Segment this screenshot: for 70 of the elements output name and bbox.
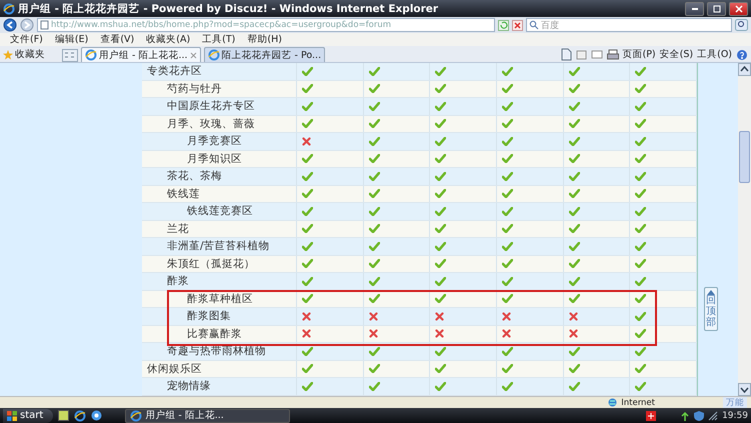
browser-icon: [85, 49, 97, 61]
command-menu[interactable]: 页面(P): [622, 48, 656, 61]
forum-name: 休闲娱乐区: [147, 362, 202, 376]
windows-logo-icon: [7, 410, 17, 420]
window-title: 用户组 - 陌上花花卉园艺 - Powered by Discuz! - Windows Internet Explorer: [18, 2, 440, 16]
star-icon: [3, 50, 13, 60]
forum-name: 朱顶红（孤挺花）: [167, 256, 255, 271]
favorites-button[interactable]: 收藏夹: [3, 47, 45, 62]
forum-name: 月季竞赛区: [187, 134, 242, 148]
forum-name: 酢浆草种植区: [187, 292, 253, 306]
security-zone: Internet: [621, 398, 655, 408]
forum-name: 专类花卉区: [147, 64, 202, 78]
forum-name: 兰花: [167, 222, 189, 236]
scroll-up-icon[interactable]: [738, 63, 751, 76]
globe-icon: [608, 398, 618, 407]
maximize-button[interactable]: [707, 2, 726, 16]
shield-icon[interactable]: [694, 410, 704, 420]
minimize-button[interactable]: [685, 2, 704, 16]
menu-item[interactable]: 收藏夹(A): [146, 33, 190, 46]
browser-tab[interactable]: 陌上花花卉园艺 - Po...: [204, 47, 326, 62]
forum-name: 月季知识区: [187, 152, 242, 166]
help-icon[interactable]: [736, 48, 748, 60]
clock: 19:59: [722, 410, 748, 420]
browser-icon: [3, 2, 15, 14]
menu-item[interactable]: 编辑(E): [54, 33, 88, 46]
page-icon: [40, 20, 49, 30]
forum-name: 铁线莲: [167, 186, 200, 201]
browser-icon: [208, 49, 220, 61]
search-icon[interactable]: [735, 19, 748, 31]
back-icon[interactable]: [3, 18, 17, 32]
forum-name: 酢浆: [167, 274, 189, 288]
stop-icon[interactable]: [512, 20, 523, 30]
maximize-icon: [712, 4, 720, 12]
forum-name: 酢浆图集: [187, 309, 231, 324]
back-to-top-label: 回顶部: [706, 295, 716, 328]
forum-name: 月季、玫瑰、蔷薇: [167, 116, 255, 131]
close-icon[interactable]: [190, 52, 197, 58]
menu-item[interactable]: 查看(V): [100, 33, 134, 46]
update-icon[interactable]: [680, 410, 690, 420]
browser-tab[interactable]: 用户组 - 陌上花花...: [81, 47, 201, 62]
forum-name: 铁线莲竞赛区: [187, 204, 253, 218]
refresh-icon[interactable]: [498, 20, 509, 30]
menu-item[interactable]: 文件(F): [10, 33, 43, 46]
command-menu[interactable]: 工具(O): [697, 48, 732, 61]
taskbar-button[interactable]: 用户组 - 陌上花...: [125, 408, 290, 422]
forum-name: 茶花、茶梅: [167, 169, 222, 184]
status-text: 万能: [723, 396, 747, 408]
command-menu[interactable]: 安全(S): [660, 48, 694, 61]
menu-item[interactable]: 工具(T): [202, 33, 236, 46]
minimize-icon: [692, 8, 698, 10]
close-button[interactable]: [729, 2, 748, 16]
menu-item[interactable]: 帮助(H): [247, 33, 282, 46]
forum-name: 奇趣与热带雨林植物: [167, 344, 266, 358]
forum-name: 芍药与牡丹: [167, 82, 222, 96]
search-placeholder: 百度: [541, 20, 559, 32]
close-icon: [734, 4, 742, 12]
forum-name: 宠物情缘: [167, 379, 211, 394]
browser-icon: [130, 410, 142, 422]
print-icon[interactable]: [606, 49, 618, 60]
forum-name: 非洲堇/苦苣苔科植物: [167, 239, 270, 254]
forum-name: 比赛赢酢浆: [187, 326, 242, 341]
back-to-top-button[interactable]: 回顶部: [704, 287, 718, 331]
browser-icon[interactable]: [74, 410, 86, 422]
forum-name: 中国原生花卉专区: [167, 99, 255, 114]
start-button[interactable]: start: [3, 408, 54, 422]
scroll-down-icon[interactable]: [738, 383, 751, 396]
arrow-up-icon: [707, 290, 715, 295]
quick-tabs-icon[interactable]: [62, 49, 78, 62]
search-icon: [529, 20, 539, 30]
scrollbar-thumb[interactable]: [739, 131, 750, 184]
